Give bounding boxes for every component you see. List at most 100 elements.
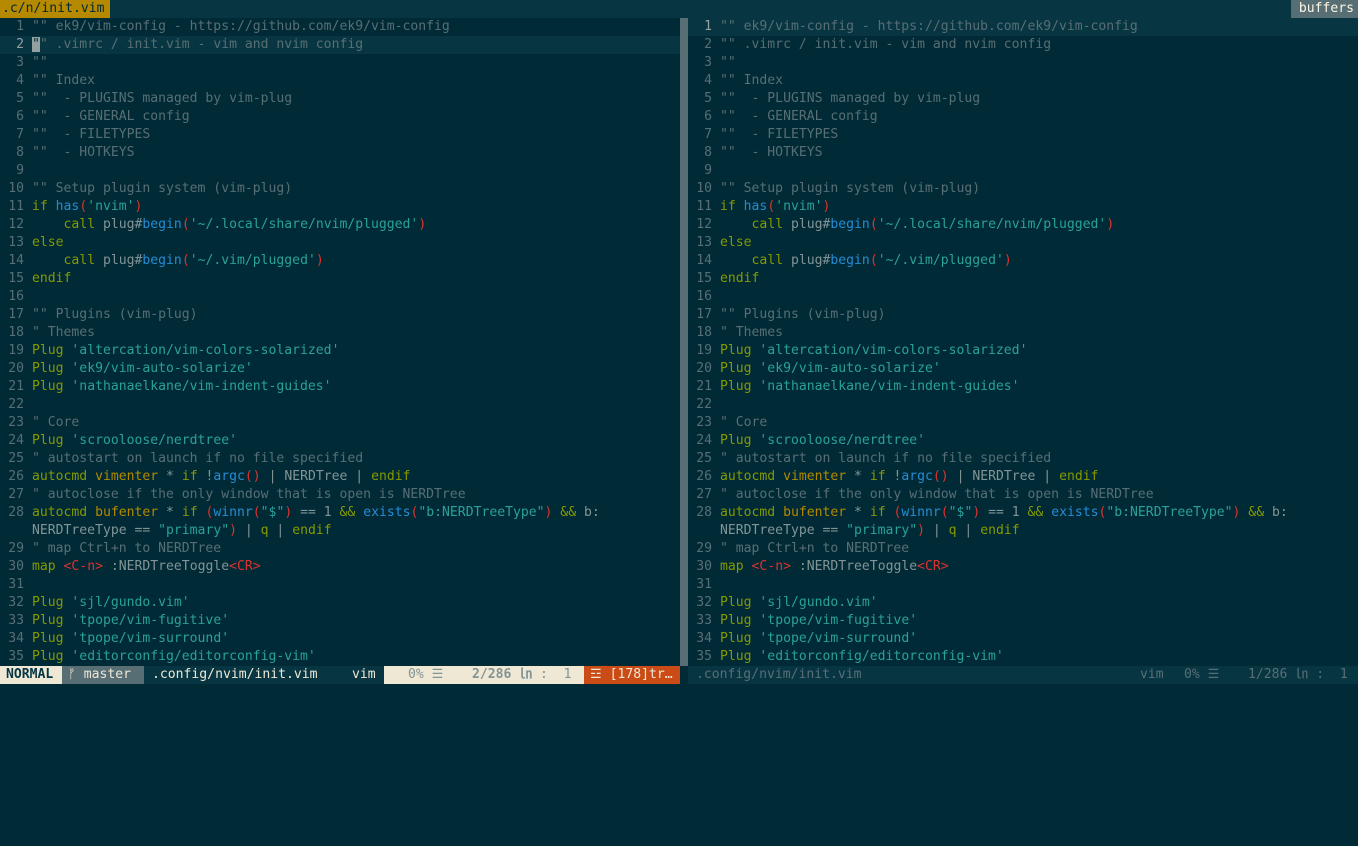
code-line[interactable]: 32 Plug 'sjl/gundo.vim' <box>0 594 680 612</box>
code-line[interactable]: 4 "" Index <box>0 72 680 90</box>
code-line[interactable]: 25 " autostart on launch if no file speci… <box>0 450 680 468</box>
code-line[interactable]: 26 autocmd vimenter * if !argc() | NERDTr… <box>0 468 680 486</box>
code-line[interactable]: 6 "" - GENERAL config <box>0 108 680 126</box>
code-line[interactable]: 27 " autoclose if the only window that is… <box>0 486 680 504</box>
code-line[interactable]: 1 "" ek9/vim-config - https://github.com/… <box>688 18 1358 36</box>
code-line[interactable]: NERDTreeType == "primary") | q | endif <box>688 522 1358 540</box>
code-line[interactable]: 14 call plug#begin('~/.vim/plugged') <box>688 252 1358 270</box>
code-line[interactable]: 8 "" - HOTKEYS <box>688 144 1358 162</box>
code-line[interactable]: 27 " autoclose if the only window that is… <box>688 486 1358 504</box>
code-line[interactable]: 17 "" Plugins (vim-plug) <box>0 306 680 324</box>
code-line[interactable]: 22 <box>688 396 1358 414</box>
code-line[interactable]: 3 "" <box>0 54 680 72</box>
line-number: 26 <box>696 469 712 484</box>
code-line[interactable]: 1 "" ek9/vim-config - https://github.com/… <box>0 18 680 36</box>
code-line[interactable]: 10 "" Setup plugin system (vim-plug) <box>688 180 1358 198</box>
code-line[interactable]: 33 Plug 'tpope/vim-fugitive' <box>688 612 1358 630</box>
code-token: endif <box>980 523 1020 538</box>
line-number: 35 <box>8 649 24 664</box>
code-line[interactable]: 30 map <C-n> :NERDTreeToggle<CR> <box>0 558 680 576</box>
code-token: q <box>948 523 957 538</box>
code-line[interactable]: 10 "" Setup plugin system (vim-plug) <box>0 180 680 198</box>
code-line[interactable]: 17 "" Plugins (vim-plug) <box>688 306 1358 324</box>
code-line[interactable]: 14 call plug#begin('~/.vim/plugged') <box>0 252 680 270</box>
code-token: 'ek9/vim-auto-solarize' <box>759 361 941 376</box>
code-line[interactable]: 32 Plug 'sjl/gundo.vim' <box>688 594 1358 612</box>
line-number: 29 <box>696 541 712 556</box>
editor-pane-right[interactable]: 1 "" ek9/vim-config - https://github.com/… <box>688 18 1358 666</box>
code-token: else <box>32 235 64 250</box>
statusline-inactive: .config/nvim/init.vim vim 0% ☰ 1/286 ㏑ :… <box>688 666 1358 684</box>
code-token: call <box>63 253 103 268</box>
code-token: "" <box>32 55 48 70</box>
code-line[interactable]: 2 "" .vimrc / init.vim - vim and nvim con… <box>688 36 1358 54</box>
code-line[interactable]: 13 else <box>0 234 680 252</box>
code-line[interactable]: 15 endif <box>688 270 1358 288</box>
code-token: "" - FILETYPES <box>720 127 839 142</box>
code-line[interactable]: 29 " map Ctrl+n to NERDTree <box>688 540 1358 558</box>
code-line[interactable]: 21 Plug 'nathanaelkane/vim-indent-guides' <box>688 378 1358 396</box>
code-line[interactable]: 18 " Themes <box>688 324 1358 342</box>
code-line[interactable]: 11 if has('nvim') <box>0 198 680 216</box>
code-line[interactable]: 34 Plug 'tpope/vim-surround' <box>0 630 680 648</box>
code-line[interactable]: 20 Plug 'ek9/vim-auto-solarize' <box>688 360 1358 378</box>
code-line[interactable]: 23 " Core <box>688 414 1358 432</box>
line-number: 15 <box>8 271 24 286</box>
code-token: "" - PLUGINS managed by vim-plug <box>32 91 293 106</box>
code-line[interactable]: 8 "" - HOTKEYS <box>0 144 680 162</box>
tab-active-buffer[interactable]: .c/n/init.vim <box>0 0 111 18</box>
editor-pane-left[interactable]: 1 "" ek9/vim-config - https://github.com/… <box>0 18 680 666</box>
code-line[interactable]: 28 autocmd bufenter * if (winnr("$") == 1… <box>688 504 1358 522</box>
code-line[interactable]: 3 "" <box>688 54 1358 72</box>
code-token: == 1 <box>980 505 1028 520</box>
code-line[interactable]: 12 call plug#begin('~/.local/share/nvim/… <box>0 216 680 234</box>
code-line[interactable]: 34 Plug 'tpope/vim-surround' <box>688 630 1358 648</box>
code-line[interactable]: 6 "" - GENERAL config <box>688 108 1358 126</box>
code-line[interactable]: 9 <box>0 162 680 180</box>
code-line[interactable]: 7 "" - FILETYPES <box>0 126 680 144</box>
code-line[interactable]: 25 " autostart on launch if no file speci… <box>688 450 1358 468</box>
code-token: NERDTreeType == <box>720 523 847 538</box>
code-line[interactable]: 22 <box>0 396 680 414</box>
code-line[interactable]: 11 if has('nvim') <box>688 198 1358 216</box>
code-line[interactable]: 28 autocmd bufenter * if (winnr("$") == 1… <box>0 504 680 522</box>
code-line[interactable]: 5 "" - PLUGINS managed by vim-plug <box>0 90 680 108</box>
command-line[interactable] <box>0 684 1358 703</box>
code-token: * <box>854 505 870 520</box>
code-line[interactable]: 30 map <C-n> :NERDTreeToggle<CR> <box>688 558 1358 576</box>
code-line[interactable]: 35 Plug 'editorconfig/editorconfig-vim' <box>688 648 1358 666</box>
vertical-split-separator[interactable] <box>680 18 688 666</box>
code-token: 'scrooloose/nerdtree' <box>759 433 925 448</box>
code-line[interactable]: 26 autocmd vimenter * if !argc() | NERDTr… <box>688 468 1358 486</box>
code-line[interactable]: 23 " Core <box>0 414 680 432</box>
code-line[interactable]: 4 "" Index <box>688 72 1358 90</box>
code-line[interactable]: 12 call plug#begin('~/.local/share/nvim/… <box>688 216 1358 234</box>
code-line[interactable]: NERDTreeType == "primary") | q | endif <box>0 522 680 540</box>
code-token: " autoclose if the only window that is o… <box>720 487 1154 502</box>
code-line[interactable]: 21 Plug 'nathanaelkane/vim-indent-guides' <box>0 378 680 396</box>
code-line[interactable]: 33 Plug 'tpope/vim-fugitive' <box>0 612 680 630</box>
code-line[interactable]: 31 <box>0 576 680 594</box>
code-token: call <box>751 253 791 268</box>
code-line[interactable]: 18 " Themes <box>0 324 680 342</box>
code-line[interactable]: 9 <box>688 162 1358 180</box>
code-line[interactable]: 15 endif <box>0 270 680 288</box>
code-line[interactable]: 20 Plug 'ek9/vim-auto-solarize' <box>0 360 680 378</box>
code-token: argc <box>901 469 933 484</box>
code-line[interactable]: 19 Plug 'altercation/vim-colors-solarized… <box>688 342 1358 360</box>
code-line[interactable]: 5 "" - PLUGINS managed by vim-plug <box>688 90 1358 108</box>
code-line[interactable]: 16 <box>0 288 680 306</box>
code-line[interactable]: 31 <box>688 576 1358 594</box>
code-line[interactable]: 16 <box>688 288 1358 306</box>
code-line[interactable]: 2 "" .vimrc / init.vim - vim and nvim con… <box>0 36 680 54</box>
statusline-column: : 1 <box>540 667 572 682</box>
code-line[interactable]: 19 Plug 'altercation/vim-colors-solarized… <box>0 342 680 360</box>
code-line[interactable]: 7 "" - FILETYPES <box>688 126 1358 144</box>
code-line[interactable]: 24 Plug 'scrooloose/nerdtree' <box>0 432 680 450</box>
code-line[interactable]: 29 " map Ctrl+n to NERDTree <box>0 540 680 558</box>
code-line[interactable]: 24 Plug 'scrooloose/nerdtree' <box>688 432 1358 450</box>
code-token: && <box>1240 505 1272 520</box>
code-token: b: <box>583 505 600 520</box>
code-line[interactable]: 13 else <box>688 234 1358 252</box>
code-line[interactable]: 35 Plug 'editorconfig/editorconfig-vim' <box>0 648 680 666</box>
